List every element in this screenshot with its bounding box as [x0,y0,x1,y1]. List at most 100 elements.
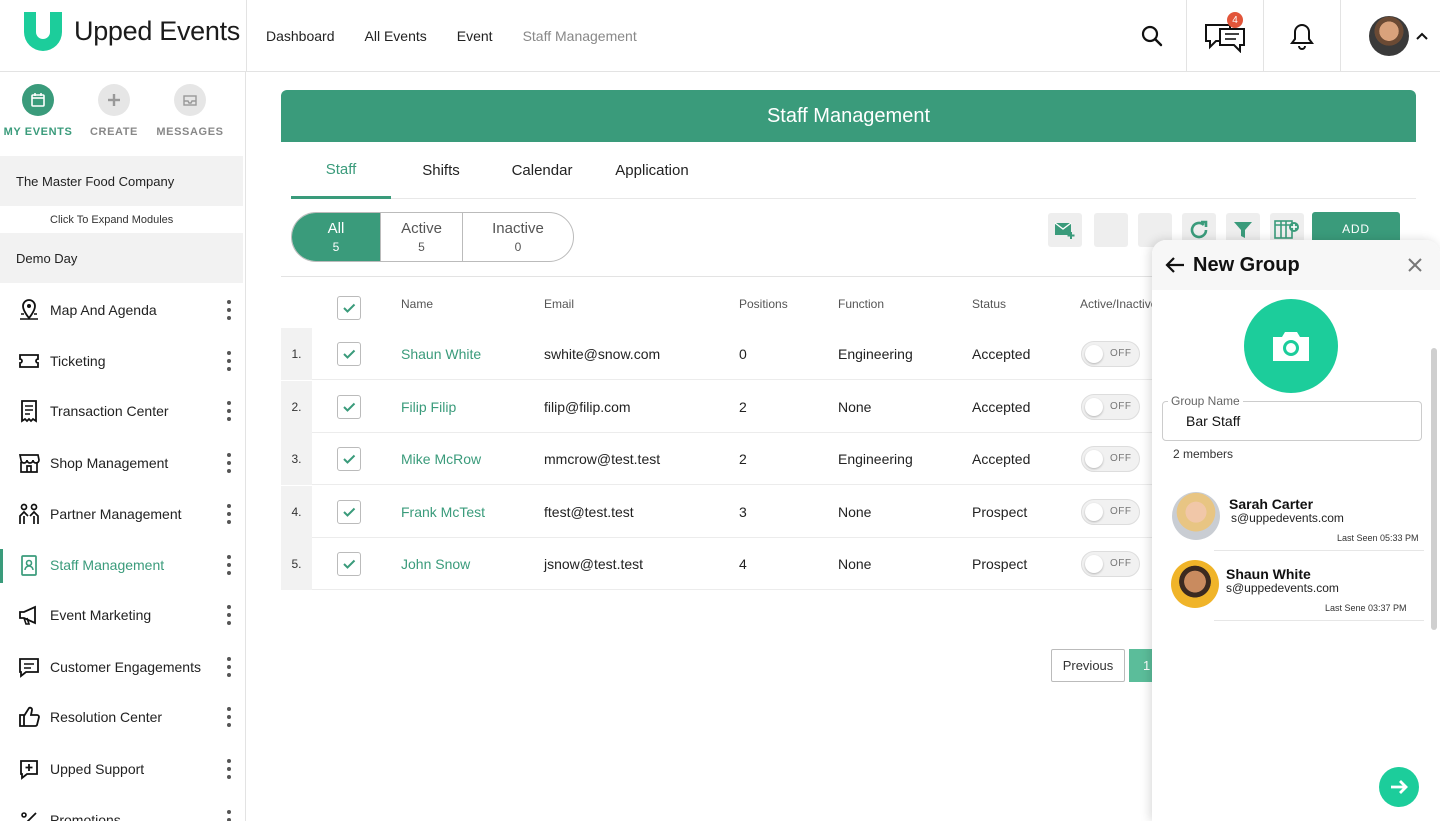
tab-label: MY EVENTS [3,126,73,138]
column-header-email[interactable]: Email [544,297,574,311]
sidebar-item-ticketing[interactable]: Ticketing [0,337,245,385]
staff-name-link[interactable]: John Snow [401,538,470,590]
invite-email-button[interactable] [1048,213,1082,247]
table-row: 4. Frank McTest ftest@test.test 3 None Prospe… [281,486,1161,538]
sidebar-item-label: Customer Engagements [50,659,201,675]
staff-name-link[interactable]: Frank McTest [401,486,485,538]
badge-icon [17,553,41,577]
member-item[interactable]: Shaun White s@uppedevents.com Last Sene … [1152,558,1432,626]
tab-application[interactable]: Application [593,142,711,199]
more-options-icon[interactable] [227,759,231,779]
panel-scrollbar[interactable] [1431,348,1437,630]
nav-event[interactable]: Event [457,28,493,44]
column-header-function[interactable]: Function [838,297,884,311]
row-checkbox[interactable] [337,342,361,366]
staff-email: jsnow@test.test [544,556,644,572]
thumbs-up-icon [17,705,41,729]
more-options-icon[interactable] [227,657,231,677]
previous-page-button[interactable]: Previous [1051,649,1125,682]
sidebar-item-shop-management[interactable]: Shop Management [0,439,245,487]
filter-all[interactable]: All 5 [292,213,381,261]
nav-staff-management[interactable]: Staff Management [523,28,637,44]
staff-email: ftest@test.test [544,504,634,520]
event-selector[interactable]: Demo Day [0,233,243,283]
sidebar-item-label: Event Marketing [50,607,152,623]
sidebar-item-upped-support[interactable]: Upped Support [0,745,245,793]
close-icon[interactable] [1406,256,1424,274]
panel-header: New Group [1152,240,1440,290]
filter-inactive[interactable]: Inactive 0 [463,213,573,261]
toggle-knob [1085,398,1103,416]
check-icon [343,559,356,569]
nav-dashboard[interactable]: Dashboard [266,28,335,44]
tab-messages[interactable]: MESSAGES [152,84,228,156]
row-checkbox[interactable] [337,552,361,576]
tab-shifts[interactable]: Shifts [391,142,491,199]
company-selector[interactable]: The Master Food Company [0,156,243,206]
row-checkbox[interactable] [337,395,361,419]
column-header-active[interactable]: Active/Inactive [1080,297,1157,311]
column-header-name[interactable]: Name [401,297,433,311]
more-options-icon[interactable] [227,810,231,821]
sidebar-item-transaction-center[interactable]: Transaction Center [0,387,245,435]
avatar [1172,492,1220,540]
notifications-button[interactable] [1264,0,1340,72]
user-menu[interactable] [1364,0,1434,72]
more-options-icon[interactable] [227,707,231,727]
sidebar-item-staff-management[interactable]: Staff Management [0,541,245,589]
camera-icon [1273,332,1309,361]
member-name: Sarah Carter [1229,496,1314,512]
select-all-checkbox[interactable] [337,296,361,320]
column-header-status[interactable]: Status [972,297,1006,311]
active-toggle[interactable]: OFF [1081,499,1140,525]
back-arrow-icon[interactable] [1164,254,1186,276]
sidebar-item-event-marketing[interactable]: Event Marketing [0,591,245,639]
more-options-icon[interactable] [227,453,231,473]
sidebar-item-partner-management[interactable]: Partner Management [0,490,245,538]
toolbar-button[interactable] [1094,213,1128,247]
tab-calendar[interactable]: Calendar [491,142,593,199]
search-button[interactable] [1118,0,1186,72]
sidebar-item-customer-engagements[interactable]: Customer Engagements [0,643,245,691]
tab-create[interactable]: CREATE [76,84,152,156]
active-toggle[interactable]: OFF [1081,446,1140,472]
active-toggle[interactable]: OFF [1081,341,1140,367]
chat-button[interactable]: 4 [1187,0,1263,72]
group-photo-button[interactable] [1244,299,1338,393]
more-options-icon[interactable] [227,300,231,320]
active-toggle[interactable]: OFF [1081,394,1140,420]
tab-staff[interactable]: Staff [291,142,391,199]
sidebar-item-label: Shop Management [50,455,169,471]
more-options-icon[interactable] [227,605,231,625]
nav-all-events[interactable]: All Events [365,28,427,44]
sidebar-item-map-and-agenda[interactable]: Map And Agenda [0,286,245,334]
staff-name-link[interactable]: Mike McRow [401,433,481,485]
more-options-icon[interactable] [227,555,231,575]
column-header-positions[interactable]: Positions [739,297,788,311]
app-logo[interactable]: Upped Events [22,10,240,52]
tab-my-events[interactable]: MY EVENTS [0,84,76,156]
staff-function: None [838,556,872,572]
group-name-label: Group Name [1168,394,1243,408]
row-number: 4. [281,486,312,538]
row-checkbox[interactable] [337,500,361,524]
more-options-icon[interactable] [227,351,231,371]
next-button[interactable] [1379,767,1419,807]
top-bar: Upped Events Dashboard All Events Event … [0,0,1440,72]
filter-active[interactable]: Active 5 [381,213,463,261]
sidebar-item-resolution-center[interactable]: Resolution Center [0,693,245,741]
staff-positions: 0 [739,346,747,362]
shop-icon [17,451,41,475]
row-checkbox[interactable] [337,447,361,471]
staff-name-link[interactable]: Shaun White [401,328,481,380]
expand-modules-link[interactable]: Click To Expand Modules [0,206,245,233]
member-item[interactable]: Sarah Carter s@uppedevents.com Last Seen… [1152,488,1432,556]
ticket-icon [17,349,41,373]
staff-name-link[interactable]: Filip Filip [401,381,456,433]
member-email: s@uppedevents.com [1226,581,1339,595]
sidebar-item-promotions[interactable]: Promotions [0,796,245,821]
more-options-icon[interactable] [227,504,231,524]
check-icon [343,303,356,313]
more-options-icon[interactable] [227,401,231,421]
active-toggle[interactable]: OFF [1081,551,1140,577]
